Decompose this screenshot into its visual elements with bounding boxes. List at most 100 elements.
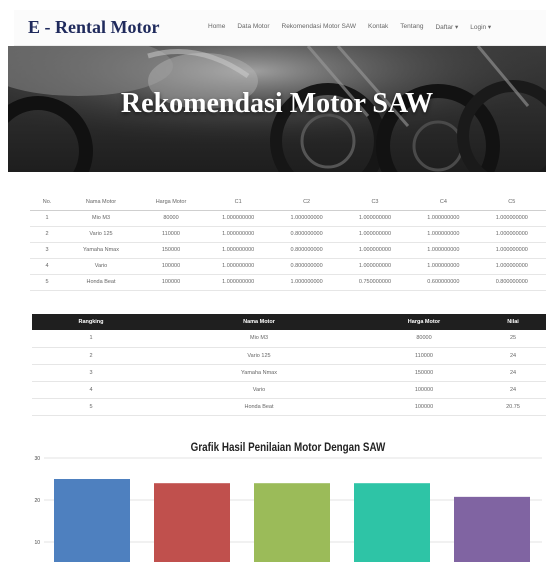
- table-row: 1 Mio M3 80000 1.000000000 1.000000000 1…: [30, 210, 546, 227]
- cell: 1.000000000: [409, 226, 478, 243]
- cell: Honda Beat: [64, 274, 138, 291]
- hero-banner: Rekomendasi Motor SAW: [8, 46, 546, 172]
- table-row: 5 Honda Beat 100000 20.75: [32, 398, 546, 416]
- nav-menu: Home Data Motor Rekomendasi Motor SAW Ko…: [208, 23, 491, 31]
- cell: 25: [480, 330, 546, 348]
- nav-rekomendasi[interactable]: Rekomendasi Motor SAW: [282, 23, 357, 31]
- table-row: 5 Honda Beat 100000 1.000000000 1.000000…: [30, 274, 546, 291]
- nav-data-motor[interactable]: Data Motor: [237, 23, 269, 31]
- table-row: 3 Yamaha Nmax 150000 24: [32, 364, 546, 382]
- ranking-header-row: Rangking Nama Motor Harga Motor Nilai: [32, 314, 546, 330]
- cell: 80000: [368, 330, 480, 348]
- col-nama-motor: Nama Motor: [64, 194, 138, 211]
- cell: 1: [32, 330, 150, 348]
- cell: 1.000000000: [477, 210, 546, 227]
- cell: 3: [30, 242, 64, 259]
- matrix-header-row: No. Nama Motor Harga Motor C1 C2 C3 C4 C…: [30, 194, 546, 211]
- cell: 0.750000000: [340, 274, 410, 291]
- col-c2: C2: [272, 194, 341, 211]
- cell: 1.000000000: [340, 242, 410, 259]
- table-row: 4 Vario 100000 24: [32, 381, 546, 399]
- cell: 20.75: [480, 398, 546, 416]
- bar-2[interactable]: [154, 483, 230, 562]
- y-tick-label: 20: [34, 498, 40, 504]
- nav-daftar-dropdown[interactable]: Daftar ▾: [435, 23, 458, 31]
- cell: 24: [480, 347, 546, 365]
- cell: 0.800000000: [272, 226, 341, 243]
- table-row: 2 Vario 125 110000 24: [32, 347, 546, 365]
- cell: 150000: [138, 242, 204, 259]
- y-tick-label: 10: [34, 540, 40, 546]
- cell: 0.800000000: [477, 274, 546, 291]
- nav-home[interactable]: Home: [208, 23, 225, 31]
- cell: 1.000000000: [477, 226, 546, 243]
- cell: 1.000000000: [204, 226, 273, 243]
- cell: Vario: [150, 381, 368, 399]
- cell: Mio M3: [150, 330, 368, 348]
- top-strip: [0, 0, 552, 10]
- bar-4[interactable]: [354, 483, 430, 562]
- col-c3: C3: [340, 194, 410, 211]
- cell: 100000: [368, 381, 480, 399]
- cell: 2: [32, 347, 150, 365]
- cell: Vario 125: [64, 226, 138, 243]
- cell: 24: [480, 381, 546, 399]
- cell: 4: [32, 381, 150, 399]
- bar-5[interactable]: [454, 496, 530, 562]
- cell: 100000: [138, 258, 204, 275]
- cell: 1.000000000: [204, 210, 273, 227]
- cell: 0.800000000: [272, 242, 341, 259]
- cell: 5: [32, 398, 150, 416]
- cell: 1.000000000: [409, 242, 478, 259]
- table-row: 4 Vario 100000 1.000000000 0.800000000 1…: [30, 258, 546, 275]
- cell: 1.000000000: [340, 226, 410, 243]
- navbar: E - Rental Motor Home Data Motor Rekomen…: [14, 10, 546, 46]
- brand-logo[interactable]: E - Rental Motor: [28, 17, 159, 38]
- cell: 1.000000000: [340, 258, 410, 275]
- cell: 0.800000000: [272, 258, 341, 275]
- col-rangking: Rangking: [32, 314, 150, 330]
- cell: Vario: [64, 258, 138, 275]
- cell: 110000: [138, 226, 204, 243]
- cell: 100000: [368, 398, 480, 416]
- cell: 1.000000000: [340, 210, 410, 227]
- col-no: No.: [30, 194, 64, 211]
- cell: 150000: [368, 364, 480, 382]
- cell: 24: [480, 364, 546, 382]
- cell: 110000: [368, 347, 480, 365]
- y-tick-label: 30: [34, 456, 40, 462]
- bar-1[interactable]: [54, 479, 130, 562]
- cell: 1.000000000: [477, 258, 546, 275]
- cell: Mio M3: [64, 210, 138, 227]
- cell: 1.000000000: [204, 242, 273, 259]
- cell: 1.000000000: [272, 210, 341, 227]
- cell: 5: [30, 274, 64, 291]
- ranking-table: Rangking Nama Motor Harga Motor Nilai 1 …: [32, 314, 546, 416]
- nav-tentang[interactable]: Tentang: [400, 23, 423, 31]
- cell: 100000: [138, 274, 204, 291]
- cell: 3: [32, 364, 150, 382]
- col-harga-motor: Harga Motor: [368, 314, 480, 330]
- cell: Vario 125: [150, 347, 368, 365]
- cell: 1.000000000: [477, 242, 546, 259]
- cell: 1.000000000: [272, 274, 341, 291]
- saw-result-chart: Grafik Hasil Penilaian Motor Dengan SAW …: [30, 440, 546, 562]
- col-c1: C1: [204, 194, 273, 211]
- col-harga-motor: Harga Motor: [138, 194, 204, 211]
- page-title: Rekomendasi Motor SAW: [120, 88, 434, 119]
- cell: 0.600000000: [409, 274, 478, 291]
- cell: Yamaha Nmax: [64, 242, 138, 259]
- bar-3[interactable]: [254, 483, 330, 562]
- nav-kontak[interactable]: Kontak: [368, 23, 388, 31]
- cell: 1.000000000: [204, 274, 273, 291]
- cell: 1.000000000: [204, 258, 273, 275]
- cell: 1.000000000: [409, 258, 478, 275]
- bar-chart-svg: 10 20 30: [34, 456, 542, 562]
- table-row: 2 Vario 125 110000 1.000000000 0.8000000…: [30, 226, 546, 243]
- cell: 80000: [138, 210, 204, 227]
- cell: 2: [30, 226, 64, 243]
- nav-login-dropdown[interactable]: Login ▾: [470, 23, 491, 31]
- criteria-matrix-table: No. Nama Motor Harga Motor C1 C2 C3 C4 C…: [30, 194, 546, 291]
- cell: 1.000000000: [409, 210, 478, 227]
- col-c5: C5: [477, 194, 546, 211]
